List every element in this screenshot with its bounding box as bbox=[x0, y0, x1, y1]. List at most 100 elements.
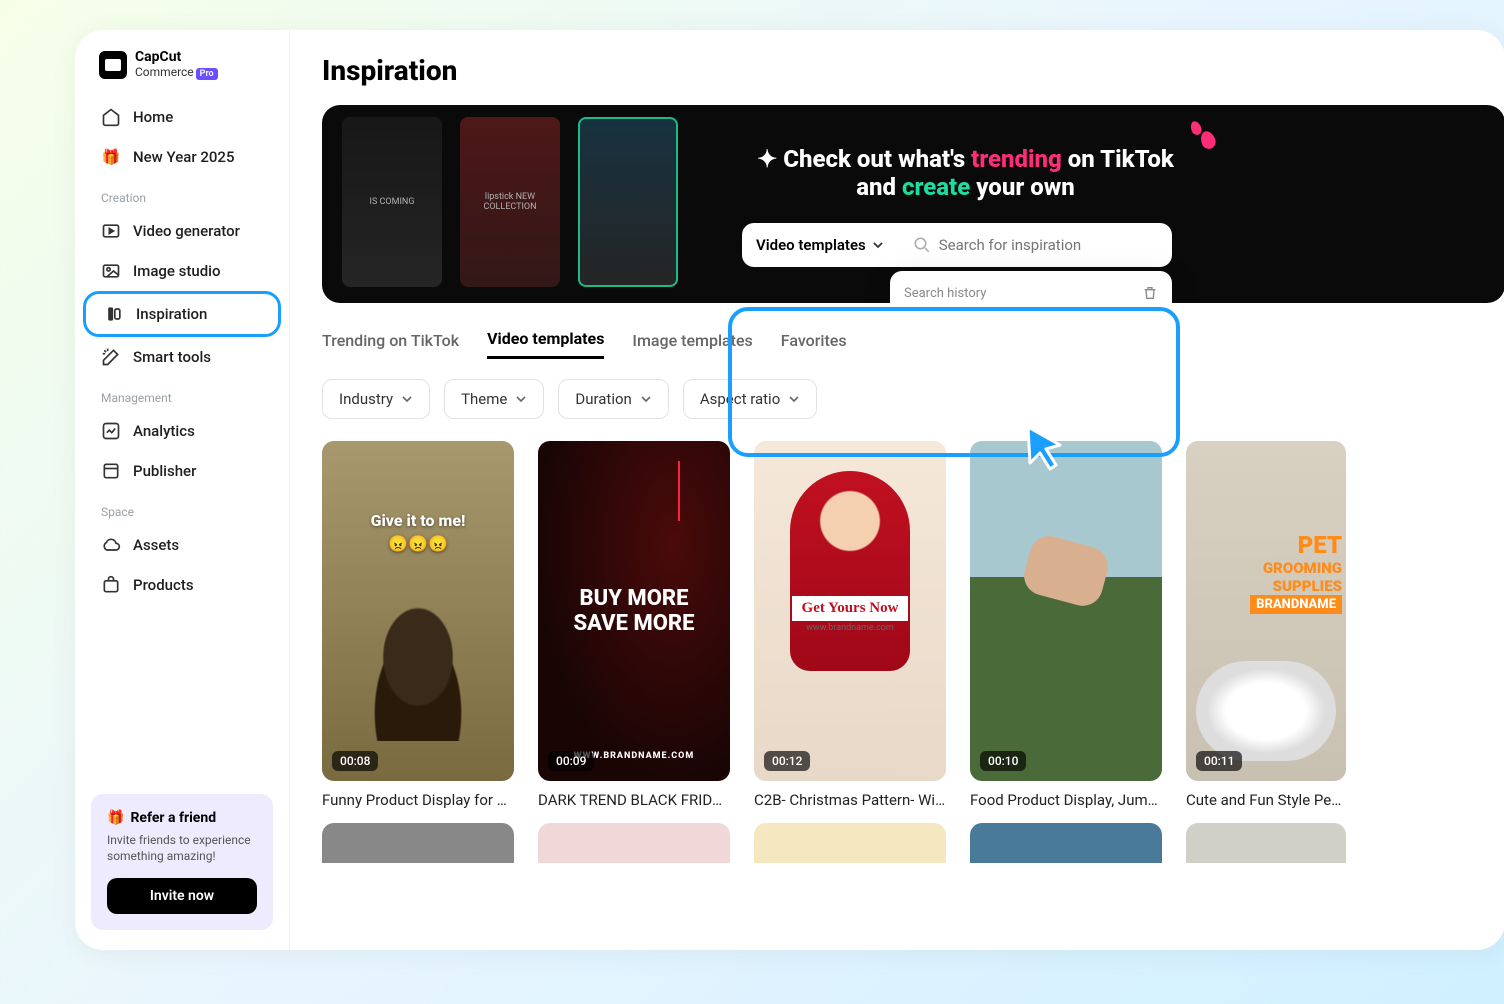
template-thumbnail[interactable] bbox=[970, 823, 1162, 863]
template-card[interactable]: PET GROOMING SUPPLIES BRANDNAME 00:11 Cu… bbox=[1186, 441, 1346, 809]
image-studio-icon bbox=[101, 261, 121, 281]
duration-badge: 00:08 bbox=[332, 751, 378, 771]
invite-now-button[interactable]: Invite now bbox=[107, 878, 257, 914]
tab-video-templates[interactable]: Video templates bbox=[487, 321, 604, 359]
section-creation: Creation bbox=[83, 177, 281, 211]
inspiration-icon bbox=[104, 304, 124, 324]
search-type-label: Video templates bbox=[756, 236, 866, 254]
filter-aspect[interactable]: Aspect ratio bbox=[683, 379, 817, 419]
template-title: DARK TREND BLACK FRIDA… bbox=[538, 791, 730, 809]
template-card[interactable]: BUY MORESAVE MORE WWW.BRANDNAME.COM 00:0… bbox=[538, 441, 730, 809]
nav-image-studio-label: Image studio bbox=[133, 262, 221, 280]
template-title: Food Product Display, Jump… bbox=[970, 791, 1162, 809]
category-tabs: Trending on TikTok Video templates Image… bbox=[322, 321, 1504, 359]
chevron-down-icon bbox=[788, 393, 800, 405]
nav-new-year[interactable]: 🎁 New Year 2025 bbox=[83, 137, 281, 177]
tab-image-templates[interactable]: Image templates bbox=[632, 323, 752, 358]
chevron-down-icon bbox=[872, 239, 884, 251]
nav-inspiration[interactable]: Inspiration bbox=[83, 291, 281, 337]
template-card[interactable]: Get Yours Now www.brandname.com 00:12 C2… bbox=[754, 441, 946, 809]
nav-analytics[interactable]: Analytics bbox=[83, 411, 281, 451]
nav-new-year-label: New Year 2025 bbox=[133, 148, 234, 166]
filters-row: Industry Theme Duration Aspect ratio bbox=[322, 379, 1504, 419]
nav-home-label: Home bbox=[133, 108, 173, 126]
template-thumbnail: PET GROOMING SUPPLIES BRANDNAME 00:11 bbox=[1186, 441, 1346, 781]
nav-video-generator-label: Video generator bbox=[133, 222, 240, 240]
filter-industry[interactable]: Industry bbox=[322, 379, 430, 419]
filter-theme[interactable]: Theme bbox=[444, 379, 544, 419]
hero-thumb bbox=[578, 117, 678, 287]
template-thumbnail: BUY MORESAVE MORE WWW.BRANDNAME.COM 00:0… bbox=[538, 441, 730, 781]
gift-icon: 🎁 bbox=[101, 147, 121, 167]
publisher-icon bbox=[101, 461, 121, 481]
template-card[interactable]: Give it to me!😠😠😠 00:08 Funny Product Di… bbox=[322, 441, 514, 809]
search-history-label: Search history bbox=[904, 286, 986, 301]
cloud-icon bbox=[101, 535, 121, 555]
template-title: C2B- Christmas Pattern- Wi… bbox=[754, 791, 946, 809]
section-space: Space bbox=[83, 491, 281, 525]
home-icon bbox=[101, 107, 121, 127]
tab-favorites[interactable]: Favorites bbox=[781, 323, 847, 358]
hero-thumb: lipstick NEW COLLECTION bbox=[460, 117, 560, 287]
section-management: Management bbox=[83, 377, 281, 411]
search-history-dropdown: Search history intro bbox=[890, 271, 1172, 303]
page-title: Inspiration bbox=[322, 54, 1504, 87]
template-thumbnail[interactable] bbox=[1186, 823, 1346, 863]
template-title: Funny Product Display for G… bbox=[322, 791, 514, 809]
filter-duration[interactable]: Duration bbox=[558, 379, 668, 419]
nav-assets[interactable]: Assets bbox=[83, 525, 281, 565]
tutorial-cursor-icon bbox=[1020, 421, 1070, 475]
nav-publisher-label: Publisher bbox=[133, 462, 196, 480]
chevron-down-icon bbox=[401, 393, 413, 405]
hero-preview-thumbs: IS COMING lipstick NEW COLLECTION bbox=[342, 117, 678, 287]
nav-smart-tools[interactable]: Smart tools bbox=[83, 337, 281, 377]
duration-badge: 00:11 bbox=[1196, 751, 1242, 771]
app-logo[interactable]: CapCut CommercePro bbox=[83, 50, 281, 97]
nav-publisher[interactable]: Publisher bbox=[83, 451, 281, 491]
duration-badge: 00:10 bbox=[980, 751, 1026, 771]
nav-home[interactable]: Home bbox=[83, 97, 281, 137]
nav-products-label: Products bbox=[133, 576, 194, 594]
search-type-dropdown[interactable]: Video templates bbox=[742, 236, 899, 254]
template-thumbnail[interactable] bbox=[754, 823, 946, 863]
hero-headline: ✦ Check out what's trending on TikTok an… bbox=[706, 145, 1226, 201]
products-icon bbox=[101, 575, 121, 595]
nav-smart-tools-label: Smart tools bbox=[133, 348, 211, 366]
hero-banner: IS COMING lipstick NEW COLLECTION ✦ Chec… bbox=[322, 105, 1504, 303]
template-thumbnail: Get Yours Now www.brandname.com 00:12 bbox=[754, 441, 946, 781]
pro-badge: Pro bbox=[196, 68, 218, 80]
template-thumbnail: 00:10 bbox=[970, 441, 1162, 781]
template-grid: Give it to me!😠😠😠 00:08 Funny Product Di… bbox=[322, 441, 1504, 809]
template-thumbnail[interactable] bbox=[322, 823, 514, 863]
nav-inspiration-label: Inspiration bbox=[136, 305, 207, 323]
refer-card: 🎁Refer a friend Invite friends to experi… bbox=[91, 794, 273, 930]
template-grid-row-2 bbox=[322, 823, 1504, 863]
app-window: CapCut CommercePro Home 🎁 New Year 2025 … bbox=[75, 30, 1504, 950]
trash-icon[interactable] bbox=[1142, 285, 1158, 301]
nav-video-generator[interactable]: Video generator bbox=[83, 211, 281, 251]
chevron-down-icon bbox=[515, 393, 527, 405]
search-input[interactable] bbox=[939, 236, 1158, 254]
nav-assets-label: Assets bbox=[133, 536, 179, 554]
search-bar: Video templates bbox=[742, 223, 1172, 267]
template-title: Cute and Fun Style Pets B… bbox=[1186, 791, 1346, 809]
logo-text-line2: CommercePro bbox=[135, 65, 218, 79]
logo-text-line1: CapCut bbox=[135, 50, 218, 65]
logo-mark-icon bbox=[99, 51, 127, 79]
refer-title: 🎁Refer a friend bbox=[107, 810, 257, 826]
refer-subtitle: Invite friends to experience something a… bbox=[107, 832, 257, 864]
nav-analytics-label: Analytics bbox=[133, 422, 195, 440]
duration-badge: 00:09 bbox=[548, 751, 594, 771]
nav-image-studio[interactable]: Image studio bbox=[83, 251, 281, 291]
nav-products[interactable]: Products bbox=[83, 565, 281, 605]
tab-trending[interactable]: Trending on TikTok bbox=[322, 323, 459, 358]
template-thumbnail[interactable] bbox=[538, 823, 730, 863]
smart-tools-icon bbox=[101, 347, 121, 367]
search-icon bbox=[913, 236, 931, 254]
template-card[interactable]: 00:10 Food Product Display, Jump… bbox=[970, 441, 1162, 809]
analytics-icon bbox=[101, 421, 121, 441]
hero-thumb: IS COMING bbox=[342, 117, 442, 287]
duration-badge: 00:12 bbox=[764, 751, 810, 771]
sidebar: CapCut CommercePro Home 🎁 New Year 2025 … bbox=[75, 30, 290, 950]
chevron-down-icon bbox=[640, 393, 652, 405]
